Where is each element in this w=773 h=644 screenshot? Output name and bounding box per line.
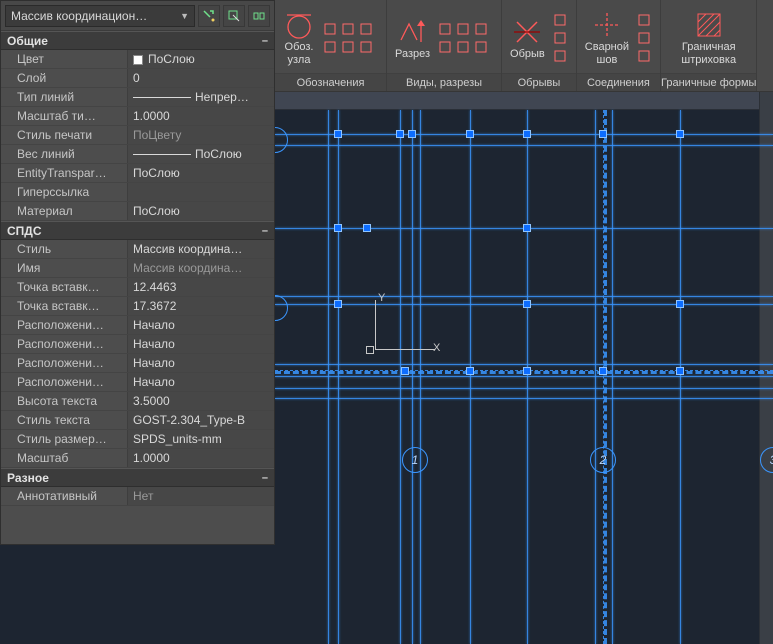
property-row[interactable]: Расположени…Начало (1, 373, 274, 392)
ribbon-group-label: Виды, разрезы (387, 73, 501, 91)
ribbon-group: Обрыв Обрывы (502, 0, 577, 91)
ribbon-group: Граничнаяштриховка Граничные формы (661, 0, 757, 91)
ribbon-small-button[interactable] (322, 39, 338, 55)
ribbon-group-label: Обозначения (275, 73, 386, 91)
property-row[interactable]: Слой0 (1, 69, 274, 88)
property-row[interactable]: Стиль текстаGOST-2.304_Type-B (1, 411, 274, 430)
ribbon-small-button[interactable] (358, 21, 374, 37)
ribbon-group: Обоз.узла Обозначения (275, 0, 387, 91)
property-row[interactable]: Точка вставк…12.4463 (1, 278, 274, 297)
property-row[interactable]: Стиль размер…SPDS_units-mm (1, 430, 274, 449)
ribbon-group-label: Соединения (577, 73, 660, 91)
ribbon-big-button[interactable]: Сварнойшов (582, 7, 632, 68)
axis-bubble-1[interactable]: 1 (402, 447, 428, 473)
ribbon-small-button[interactable] (552, 12, 568, 28)
canvas-ruler-top (275, 92, 773, 110)
ribbon-small-button[interactable] (455, 39, 471, 55)
ribbon-big-button[interactable]: Разрез (392, 14, 433, 63)
property-row[interactable]: Расположени…Начало (1, 335, 274, 354)
ribbon-small-button[interactable] (636, 30, 652, 46)
property-row[interactable]: EntityTranspar…ПоСлою (1, 164, 274, 183)
ribbon-small-button[interactable] (473, 21, 489, 37)
property-row[interactable]: Масштаб ти…1.0000 (1, 107, 274, 126)
ribbon-small-button[interactable] (340, 21, 356, 37)
object-type-combo[interactable]: Массив координацион…▼ (5, 5, 195, 27)
ribbon-small-button[interactable] (437, 21, 453, 37)
property-row[interactable]: Стиль печатиПоЦвету (1, 126, 274, 145)
select-objects-button[interactable] (223, 5, 245, 27)
ribbon-big-button[interactable]: Обрыв (507, 14, 548, 63)
axis-bubble-2[interactable]: 2 (590, 447, 616, 473)
ribbon-group: Разрез Виды, разрезы (387, 0, 502, 91)
section-header[interactable]: СПДС– (1, 221, 274, 240)
ribbon-small-button[interactable] (552, 48, 568, 64)
property-row[interactable]: Вес линийПоСлою (1, 145, 274, 164)
ribbon-small-button[interactable] (636, 12, 652, 28)
property-row[interactable]: ИмяМассив координа… (1, 259, 274, 278)
ribbon-big-button[interactable]: Обоз.узла (280, 7, 318, 68)
property-row[interactable]: Тип линийНепрер… (1, 88, 274, 107)
properties-titlebar: Массив координацион…▼ (1, 1, 274, 31)
property-row[interactable]: Точка вставк…17.3672 (1, 297, 274, 316)
section-header[interactable]: Разное– (1, 468, 274, 487)
property-row[interactable]: ЦветПоСлою (1, 50, 274, 69)
quick-select-button[interactable] (198, 5, 220, 27)
property-row[interactable]: МатериалПоСлою (1, 202, 274, 221)
section-header[interactable]: Общие– (1, 31, 274, 50)
property-row[interactable]: Расположени…Начало (1, 354, 274, 373)
axis-bubble-3[interactable]: 3 (760, 447, 773, 473)
properties-panel: Массив координацион…▼ Общие–ЦветПоСлоюСл… (0, 0, 275, 545)
toggle-pickadd-button[interactable] (248, 5, 270, 27)
drawing-area[interactable]: 1 2 3 Y X (275, 110, 773, 644)
ribbon-small-button[interactable] (358, 39, 374, 55)
ribbon-group: Сварнойшов Соединения (577, 0, 661, 91)
ribbon-small-button[interactable] (322, 21, 338, 37)
ribbon-small-button[interactable] (340, 39, 356, 55)
ribbon: Обоз.узлаОбозначенияРазрезВиды, разрезыО… (275, 0, 773, 92)
property-row[interactable]: Расположени…Начало (1, 316, 274, 335)
property-row[interactable]: Гиперссылка (1, 183, 274, 202)
ribbon-small-button[interactable] (437, 39, 453, 55)
property-row[interactable]: Масштаб1.0000 (1, 449, 274, 468)
ribbon-small-button[interactable] (552, 30, 568, 46)
ribbon-small-button[interactable] (473, 39, 489, 55)
ribbon-group-label: Граничные формы (661, 73, 756, 91)
property-row[interactable]: АннотативныйНет (1, 487, 274, 506)
ribbon-small-button[interactable] (455, 21, 471, 37)
ribbon-big-button[interactable]: Граничнаяштриховка (678, 7, 739, 68)
ribbon-small-button[interactable] (636, 48, 652, 64)
property-row[interactable]: Высота текста3.5000 (1, 392, 274, 411)
ribbon-group-label: Обрывы (502, 73, 576, 91)
property-row[interactable]: СтильМассив координа… (1, 240, 274, 259)
